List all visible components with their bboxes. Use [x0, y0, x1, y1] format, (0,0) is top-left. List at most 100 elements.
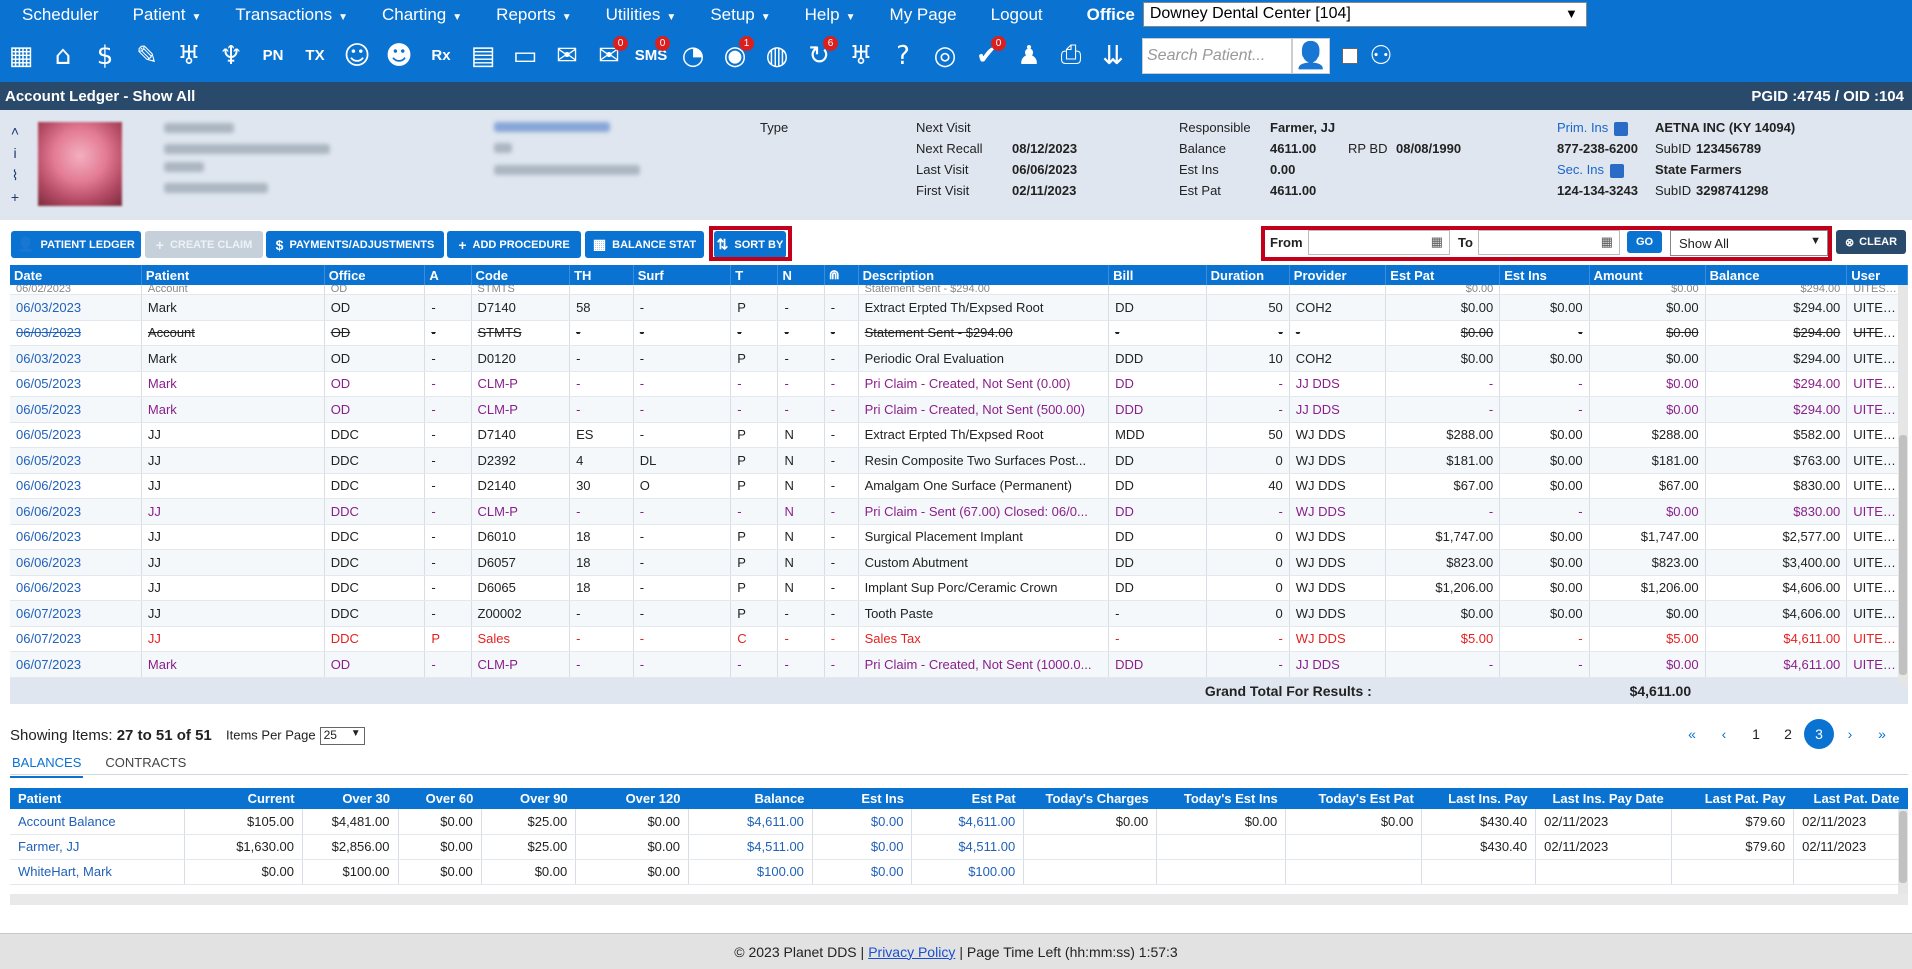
menu-utilities[interactable]: Utilities ▼	[606, 5, 677, 25]
balances-patient-link[interactable]: Account Balance	[10, 809, 186, 835]
search-patient-icon[interactable]: 👤	[1292, 37, 1330, 74]
message-icon[interactable]: ✉ 0	[590, 34, 628, 78]
menu-transactions[interactable]: Transactions ▼	[235, 5, 348, 25]
balances-header-today-s-est-pat[interactable]: Today's Est Pat	[1285, 788, 1422, 809]
document-icon[interactable]: ▭	[506, 34, 544, 78]
ledger-row[interactable]: 06/05/2023 JJ DDC - D7140 ES - P N - Extract Erpte…	[10, 422, 1908, 448]
balances-scroll-thumb[interactable]	[1899, 811, 1907, 883]
ledger-row[interactable]: 06/06/2023 JJ DDC - CLM-P - - - N - Pri Claim - Se…	[10, 498, 1908, 525]
balances-header-today-s-est-ins[interactable]: Today's Est Ins	[1156, 788, 1286, 809]
ledger-row[interactable]: 06/07/2023 JJ DDC P Sales - - C - - Sales Tax - - WJ …	[10, 626, 1908, 652]
balances-header-current[interactable]: Current	[184, 788, 303, 809]
horizontal-scrollbar[interactable]	[10, 894, 1908, 905]
ledger-scroll-thumb[interactable]	[1899, 435, 1907, 675]
add-patient-icon[interactable]: ☺	[338, 34, 376, 78]
balances-header-last-ins-pay-date[interactable]: Last Ins. Pay Date	[1535, 788, 1672, 809]
column-header-n[interactable]: N	[777, 265, 825, 285]
column-header-attachment[interactable]: ⋒	[824, 265, 859, 285]
ledger-date-link[interactable]: 06/06/2023	[10, 575, 142, 601]
world-user-icon[interactable]: ◉ 1	[716, 34, 754, 78]
last-page-button[interactable]: »	[1866, 719, 1898, 749]
ledger-date-link[interactable]: 06/03/2023	[10, 345, 142, 372]
column-header-code[interactable]: Code	[471, 265, 571, 285]
ledger-date-link[interactable]: 06/07/2023	[10, 600, 142, 627]
tooth-help-icon[interactable]: ?	[884, 34, 922, 78]
balances-header-last-ins-pay[interactable]: Last Ins. Pay	[1421, 788, 1536, 809]
balances-header-est-pat[interactable]: Est Pat	[911, 788, 1024, 809]
balances-cell[interactable]: $4,611.00	[688, 809, 813, 835]
menu-my-page[interactable]: My Page	[890, 5, 957, 25]
search-patient-input[interactable]: Search Patient...	[1142, 37, 1292, 74]
column-header-date[interactable]: Date	[10, 265, 142, 285]
rx-icon[interactable]: Rx	[422, 34, 460, 78]
insurance-card-icon[interactable]	[1609, 163, 1624, 178]
dollar-icon[interactable]: $	[86, 34, 124, 78]
globe-user-icon[interactable]: ◍	[758, 34, 796, 78]
balances-cell[interactable]: $4,611.00	[911, 809, 1025, 835]
balances-cell[interactable]: $0.00	[812, 809, 913, 835]
balances-row[interactable]: WhiteHart, Mark $0.00 $100.00 $0.00 $0.00 $0.…	[10, 859, 1908, 885]
column-header-patient[interactable]: Patient	[141, 265, 325, 285]
balances-header-last-pat-pay[interactable]: Last Pat. Pay	[1671, 788, 1794, 809]
menu-logout[interactable]: Logout	[991, 5, 1043, 25]
column-header-amount[interactable]: Amount	[1589, 265, 1706, 285]
items-per-page-select[interactable]: 25 ▼	[319, 727, 365, 745]
ledger-date-link[interactable]: 06/03/2023	[10, 294, 142, 321]
ledger-row[interactable]: 06/05/2023 Mark OD - CLM-P - - - - - Pri Claim - C…	[10, 371, 1908, 397]
balances-header-patient[interactable]: Patient	[10, 788, 185, 809]
balances-header-over-120[interactable]: Over 120	[575, 788, 689, 809]
page-2-button[interactable]: 2	[1772, 719, 1804, 749]
printer-icon[interactable]: ⎙	[1052, 34, 1090, 78]
pencil-icon[interactable]: ✎	[128, 34, 166, 78]
balances-cell[interactable]: $100.00	[688, 859, 813, 885]
add-icon[interactable]: +	[8, 186, 22, 208]
ledger-row[interactable]: 06/03/2023 Account OD - STMTS - - - - - Statement …	[10, 320, 1908, 346]
clear-button[interactable]: ⊗ CLEAR	[1836, 230, 1906, 254]
balances-header-over-60[interactable]: Over 60	[398, 788, 482, 809]
balances-cell[interactable]: $4,511.00	[688, 834, 813, 860]
balances-header-last-pat-date[interactable]: Last Pat. Date	[1793, 788, 1908, 809]
dentures-icon[interactable]: ♆	[212, 34, 250, 78]
find-people-icon[interactable]: ⚇	[1362, 34, 1400, 78]
column-header-th[interactable]: TH	[569, 265, 634, 285]
sms-icon[interactable]: SMS 0	[632, 34, 670, 78]
menu-reports[interactable]: Reports ▼	[496, 5, 571, 25]
balances-header-balance[interactable]: Balance	[688, 788, 813, 809]
prim-ins-label[interactable]: Prim. Ins	[1557, 120, 1608, 135]
ledger-date-link[interactable]: 06/05/2023	[10, 371, 142, 397]
prim-ins-link[interactable]: Prim. Ins	[1557, 120, 1629, 136]
column-header-balance[interactable]: Balance	[1705, 265, 1848, 285]
column-header-t[interactable]: T	[730, 265, 779, 285]
info-icon[interactable]: i	[8, 142, 22, 164]
balances-header-over-90[interactable]: Over 90	[481, 788, 576, 809]
balances-cell[interactable]: $0.00	[812, 859, 913, 885]
ledger-row[interactable]: 06/07/2023 JJ DDC - Z00002- - P - - Tooth Paste -0…	[10, 600, 1908, 627]
ledger-date-link[interactable]: 06/05/2023	[10, 422, 142, 448]
ledger-row[interactable]: 06/06/2023 JJ DDC - D6057 18- P N - Custom Abutme…	[10, 549, 1908, 576]
tooth-icon[interactable]: ♅	[170, 34, 208, 78]
add-family-icon[interactable]: ☻	[380, 34, 418, 78]
column-header-provider[interactable]: Provider	[1289, 265, 1387, 285]
tx-icon[interactable]: TX	[296, 34, 334, 78]
globe-icon[interactable]: ◎	[926, 34, 964, 78]
column-header-office[interactable]: Office	[324, 265, 426, 285]
menu-setup[interactable]: Setup ▼	[710, 5, 770, 25]
sec-ins-label[interactable]: Sec. Ins	[1557, 162, 1604, 177]
ledger-row[interactable]: 06/07/2023 Mark OD - CLM-P - - - - - Pri Claim - C…	[10, 651, 1908, 678]
collapse-icon[interactable]: ˄	[8, 120, 22, 142]
payments-adjustments-button[interactable]: $ PAYMENTS/ADJUSTMENTS	[266, 231, 444, 258]
menu-scheduler[interactable]: Scheduler	[22, 5, 99, 25]
create-claim-button[interactable]: + CREATE CLAIM	[145, 231, 263, 258]
ledger-date-link[interactable]: 06/07/2023	[10, 626, 142, 652]
first-page-button[interactable]: «	[1676, 719, 1708, 749]
menu-help[interactable]: Help ▼	[805, 5, 856, 25]
balances-scrollbar[interactable]	[1898, 809, 1908, 894]
column-header-duration[interactable]: Duration	[1206, 265, 1290, 285]
ledger-scrollbar[interactable]	[1898, 285, 1908, 685]
balances-header-today-s-charges[interactable]: Today's Charges	[1023, 788, 1157, 809]
ledger-date-link[interactable]: 06/03/2023	[10, 320, 142, 346]
page-1-button[interactable]: 1	[1740, 719, 1772, 749]
search-checkbox[interactable]	[1342, 47, 1358, 64]
ledger-date-link[interactable]: 06/05/2023	[10, 396, 142, 423]
ledger-row[interactable]: 06/03/2023 Mark OD - D7140 58- P - - Extract Erpt…	[10, 294, 1908, 321]
